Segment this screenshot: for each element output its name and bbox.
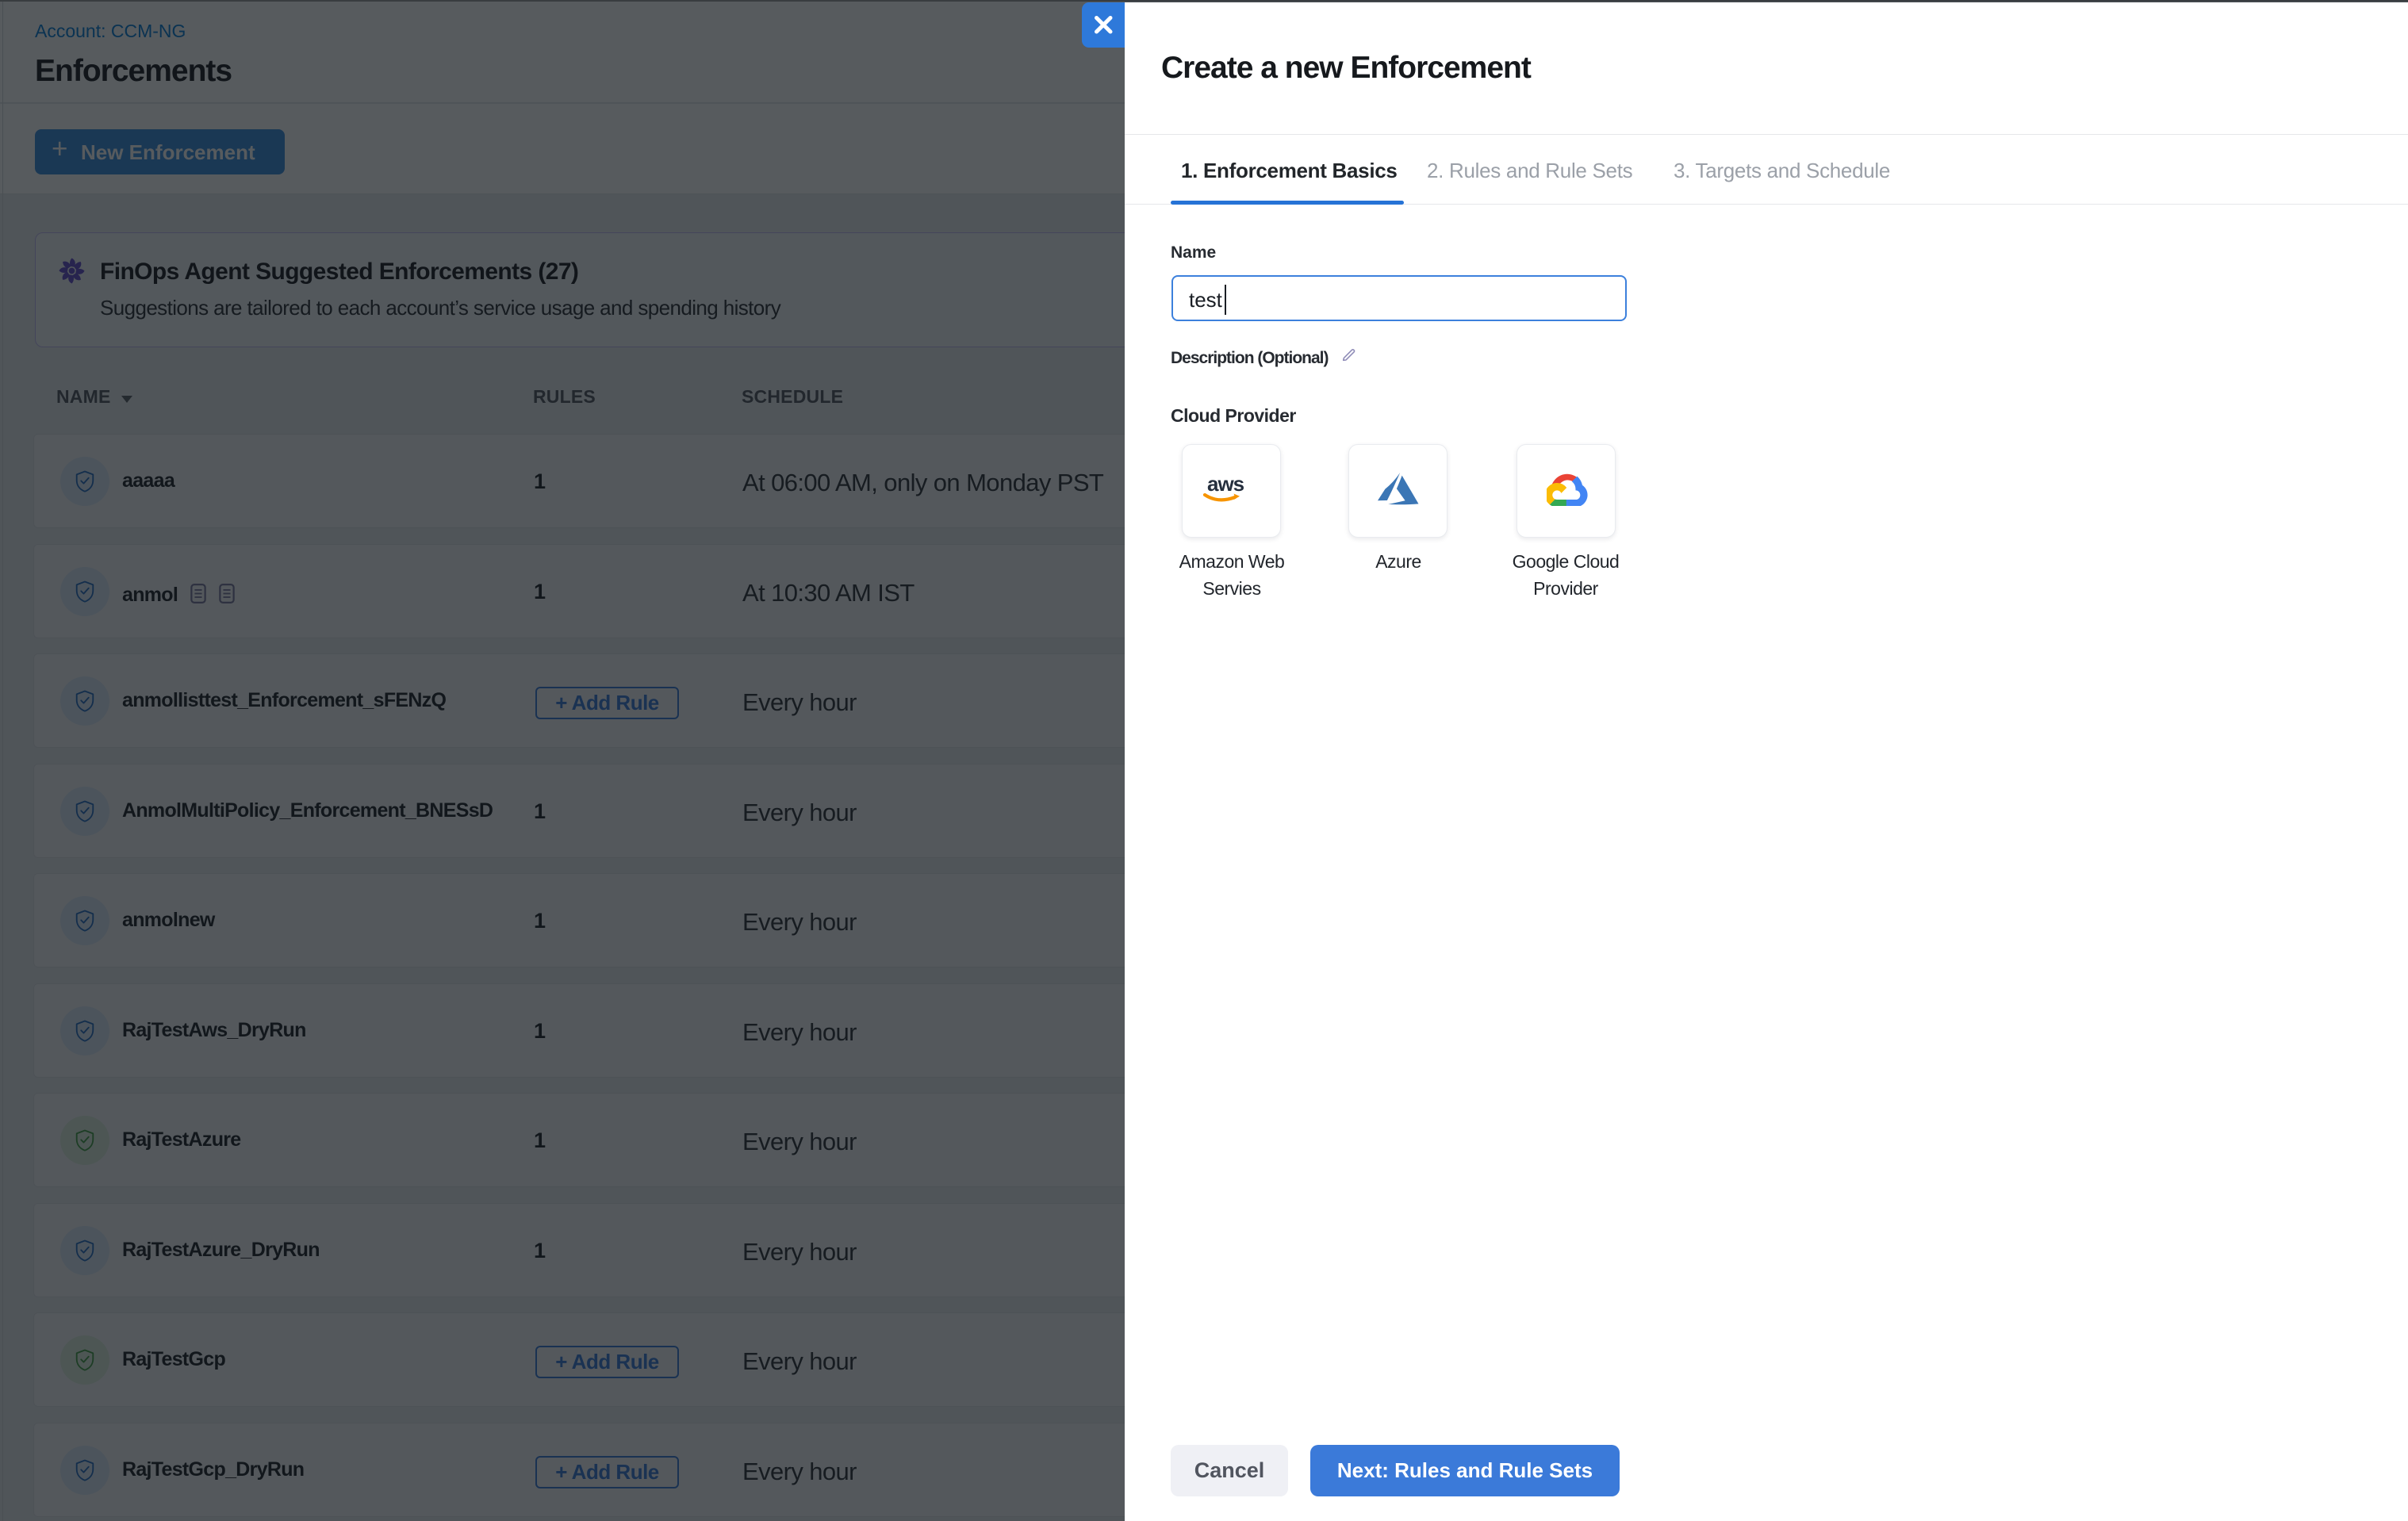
svg-text:aws: aws <box>1207 472 1244 496</box>
